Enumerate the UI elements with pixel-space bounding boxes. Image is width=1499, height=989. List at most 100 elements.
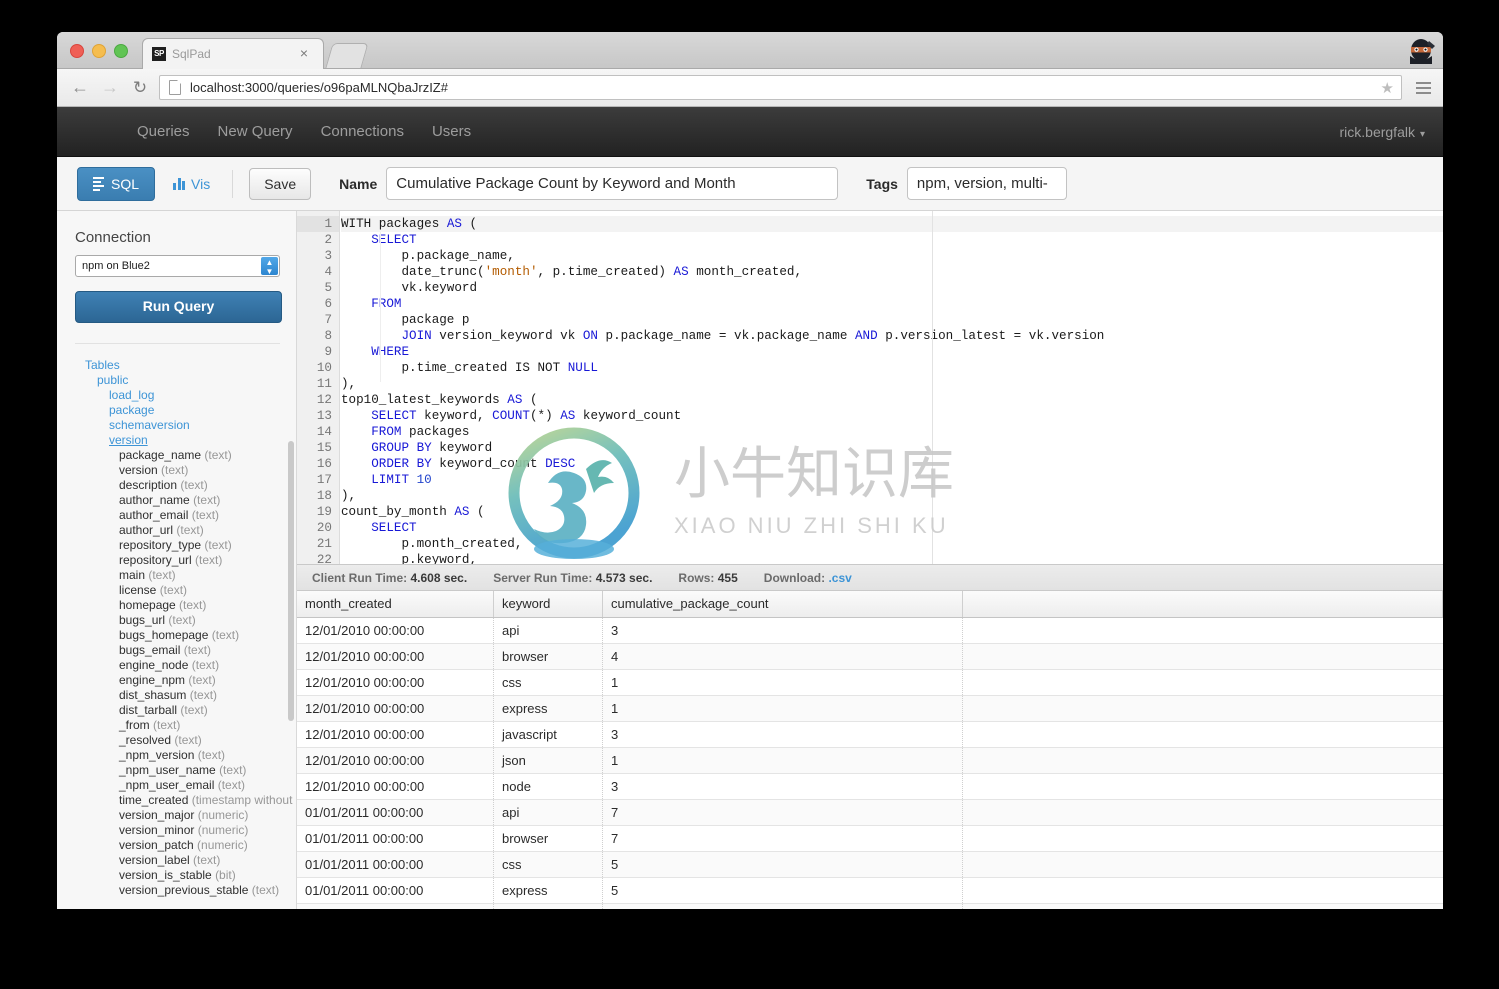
query-name-input[interactable] (386, 167, 839, 200)
table-row[interactable]: 12/01/2010 00:00:00 json 1 (297, 748, 1443, 774)
line-number: 6 (324, 297, 332, 311)
reload-icon[interactable]: ↻ (125, 78, 155, 98)
table-row[interactable]: 12/01/2010 00:00:00 browser 4 (297, 644, 1443, 670)
column-header[interactable]: keyword (494, 591, 603, 617)
schema-column-version: version (text) (119, 463, 189, 477)
code-line: WHERE (371, 345, 410, 359)
code-line: LIMIT 10 (371, 473, 432, 487)
schema-column-type: (bit) (215, 868, 236, 882)
schema-column-type: (text) (204, 538, 232, 552)
user-menu[interactable]: rick.bergfalk ▾ (1340, 124, 1426, 140)
bookmark-star-icon[interactable]: ★ (1381, 79, 1394, 97)
table-cell: 01/01/2011 00:00:00 (297, 904, 494, 909)
table-row[interactable]: 12/01/2010 00:00:00 javascript 3 (297, 722, 1443, 748)
schema-node-schemaversion[interactable]: schemaversion (75, 418, 280, 433)
schema-column-type: (text) (161, 463, 189, 477)
line-number: 18 (316, 489, 332, 503)
table-cell: api (494, 800, 603, 825)
table-row[interactable]: 01/01/2011 00:00:00javascript7 (297, 904, 1443, 909)
code-line: p.keyword, (341, 553, 478, 564)
line-number: 14 (316, 425, 332, 439)
table-row[interactable]: 12/01/2010 00:00:00 express 1 (297, 696, 1443, 722)
nav-item-queries[interactable]: Queries (123, 123, 204, 140)
code-line: JOIN version_keyword vk ON p.package_nam… (401, 329, 1105, 343)
maximize-window-button[interactable] (114, 44, 128, 58)
connection-select[interactable]: npm on Blue2 ▲ ▼ (75, 255, 280, 277)
line-number: 5 (324, 281, 332, 295)
browser-tab-title: SqlPad (172, 47, 211, 61)
download-csv-link[interactable]: .csv (828, 571, 851, 585)
table-row[interactable]: 12/01/2010 00:00:00 node 3 (297, 774, 1443, 800)
column-header[interactable]: cumulative_package_count (603, 591, 963, 617)
run-query-button[interactable]: Run Query (75, 291, 282, 323)
sidebar-scrollbar[interactable] (288, 441, 294, 721)
main-split: Connection npm on Blue2 ▲ ▼ Run Query Tab… (57, 211, 1443, 909)
close-tab-icon[interactable]: × (297, 45, 311, 61)
bar-chart-icon (173, 177, 186, 190)
save-button[interactable]: Save (249, 167, 312, 200)
server-run-time-value: 4.573 sec. (595, 570, 653, 585)
nav-item-users[interactable]: Users (418, 123, 485, 140)
download: Download: .csv (764, 571, 852, 585)
line-number: 1 (297, 216, 339, 232)
table-cell: 12/01/2010 00:00:00 (297, 774, 494, 799)
line-number: 11 (316, 377, 332, 391)
tab-sql[interactable]: SQL (77, 166, 156, 201)
query-tags-input[interactable] (906, 167, 1067, 200)
address-bar[interactable]: localhost:3000/queries/o96paMLNQbaJrzIZ#… (159, 75, 1402, 100)
table-cell: 12/01/2010 00:00:00 (297, 670, 494, 695)
user-menu-label: rick.bergfalk (1339, 123, 1415, 140)
schema-node-Tables[interactable]: Tables (75, 358, 280, 373)
line-number: 13 (316, 409, 332, 423)
schema-column-_npm_version: _npm_version (text) (119, 748, 226, 762)
results-grid-header: month_created keyword cumulative_package_c… (297, 591, 1443, 618)
table-cell: 12/01/2010 00:00:00 (297, 644, 494, 669)
line-number: 12 (316, 393, 332, 407)
table-cell: 01/01/2011 00:00:00 (297, 826, 494, 851)
table-row[interactable]: 12/01/2010 00:00:00 css 1 (297, 670, 1443, 696)
schema-node-public[interactable]: public (75, 373, 280, 388)
back-icon[interactable]: ← (65, 77, 95, 98)
nav-item-new-query[interactable]: New Query (204, 123, 307, 140)
schema-column-version_previous_stable: version_previous_stable (text) (119, 883, 280, 897)
line-number: 4 (324, 265, 332, 279)
schema-column-_resolved: _resolved (text) (119, 733, 202, 747)
table-row[interactable]: 01/01/2011 00:00:00 express 5 (297, 878, 1443, 904)
table-cell: 7 (603, 904, 963, 909)
close-window-button[interactable] (70, 44, 84, 58)
browser-menu-icon[interactable] (1408, 81, 1438, 94)
table-row[interactable]: 01/01/2011 00:00:00 api 7 (297, 800, 1443, 826)
schema-column-type: (text) (168, 613, 196, 627)
schema-node-package[interactable]: package (75, 403, 280, 418)
table-cell: 12/01/2010 00:00:00 (297, 696, 494, 721)
server-run-time-label: Server Run Time: (493, 570, 593, 585)
table-row[interactable]: 12/01/2010 00:00:00 api 3 (297, 618, 1443, 644)
column-header[interactable] (963, 591, 1443, 617)
minimize-window-button[interactable] (92, 44, 106, 58)
table-row[interactable]: 01/01/2011 00:00:00 browser 7 (297, 826, 1443, 852)
table-cell (963, 878, 1443, 903)
table-row[interactable]: 01/01/2011 00:00:00 css 5 (297, 852, 1443, 878)
code-line: FROM (371, 297, 402, 311)
sql-editor[interactable]: 1 2 3 4 5 6 7 8 9 10 11 12 13 14 15 16 17 18 19 20 21 22 WITH… (297, 211, 1443, 564)
new-tab-button[interactable] (325, 43, 369, 68)
schema-column-version_label: version_label (text) (119, 853, 221, 867)
app-navbar: Queries New Query Connections Users rick… (57, 107, 1443, 157)
schema-node-load_log[interactable]: load_log (75, 388, 280, 403)
rows-value: 455 (717, 570, 738, 585)
line-number: 20 (316, 521, 332, 535)
nav-item-connections[interactable]: Connections (307, 123, 418, 140)
browser-tab[interactable]: SP SqlPad × (142, 38, 324, 69)
schema-node-version[interactable]: version (75, 433, 280, 448)
schema-column-type: (text) (176, 523, 204, 537)
schema-column-main: main (text) (119, 568, 176, 582)
table-cell: 1 (603, 670, 963, 695)
tab-vis[interactable]: Vis (173, 176, 210, 192)
schema-column-type: (text) (180, 703, 208, 717)
forward-icon[interactable]: → (95, 77, 125, 98)
line-number: 10 (316, 361, 332, 375)
sqlpad-favicon-icon: SP (152, 47, 166, 61)
editor-code[interactable]: WITH packages AS ( SELECT p.package_name… (341, 211, 1443, 564)
server-run-time: Server Run Time: 4.573 sec. (493, 571, 652, 585)
column-header[interactable]: month_created (297, 591, 494, 617)
